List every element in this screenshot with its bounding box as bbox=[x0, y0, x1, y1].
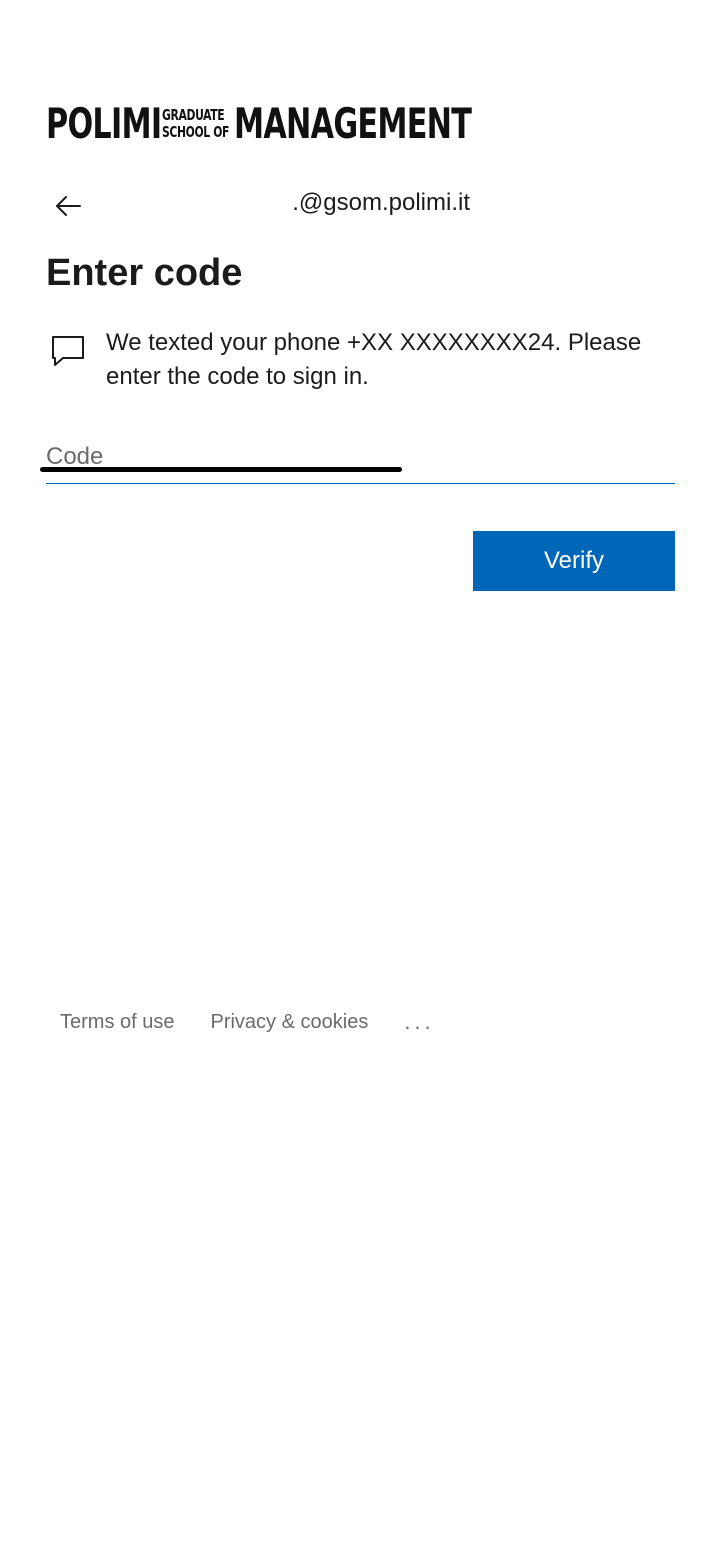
sms-instruction-text: We texted your phone +XX XXXXXXXX24. Ple… bbox=[106, 329, 642, 390]
more-options-button[interactable]: ... bbox=[404, 1006, 434, 1038]
organization-logo: POLIMI GRADUATE SCHOOL OF MANAGEMENT bbox=[46, 99, 472, 148]
verify-button[interactable]: Verify bbox=[473, 531, 675, 591]
code-input[interactable] bbox=[46, 430, 675, 484]
logo-text-school-of: SCHOOL OF bbox=[162, 123, 230, 141]
chat-bubble-icon bbox=[52, 336, 84, 366]
terms-of-use-link[interactable]: Terms of use bbox=[60, 1006, 174, 1038]
logo-text-polimi: POLIMI bbox=[46, 99, 162, 148]
back-button[interactable] bbox=[50, 188, 86, 224]
logo-text-graduate: GRADUATE bbox=[162, 106, 225, 124]
page-title: Enter code bbox=[46, 252, 243, 294]
logo-text-management: MANAGEMENT bbox=[234, 99, 472, 148]
logo-text-stack: GRADUATE SCHOOL OF bbox=[162, 106, 230, 141]
footer: Terms of use Privacy & cookies ... bbox=[60, 1006, 435, 1038]
account-identity: .@gsom.polimi.it bbox=[292, 189, 470, 216]
privacy-cookies-link[interactable]: Privacy & cookies bbox=[210, 1006, 368, 1038]
arrow-left-icon bbox=[56, 196, 81, 216]
